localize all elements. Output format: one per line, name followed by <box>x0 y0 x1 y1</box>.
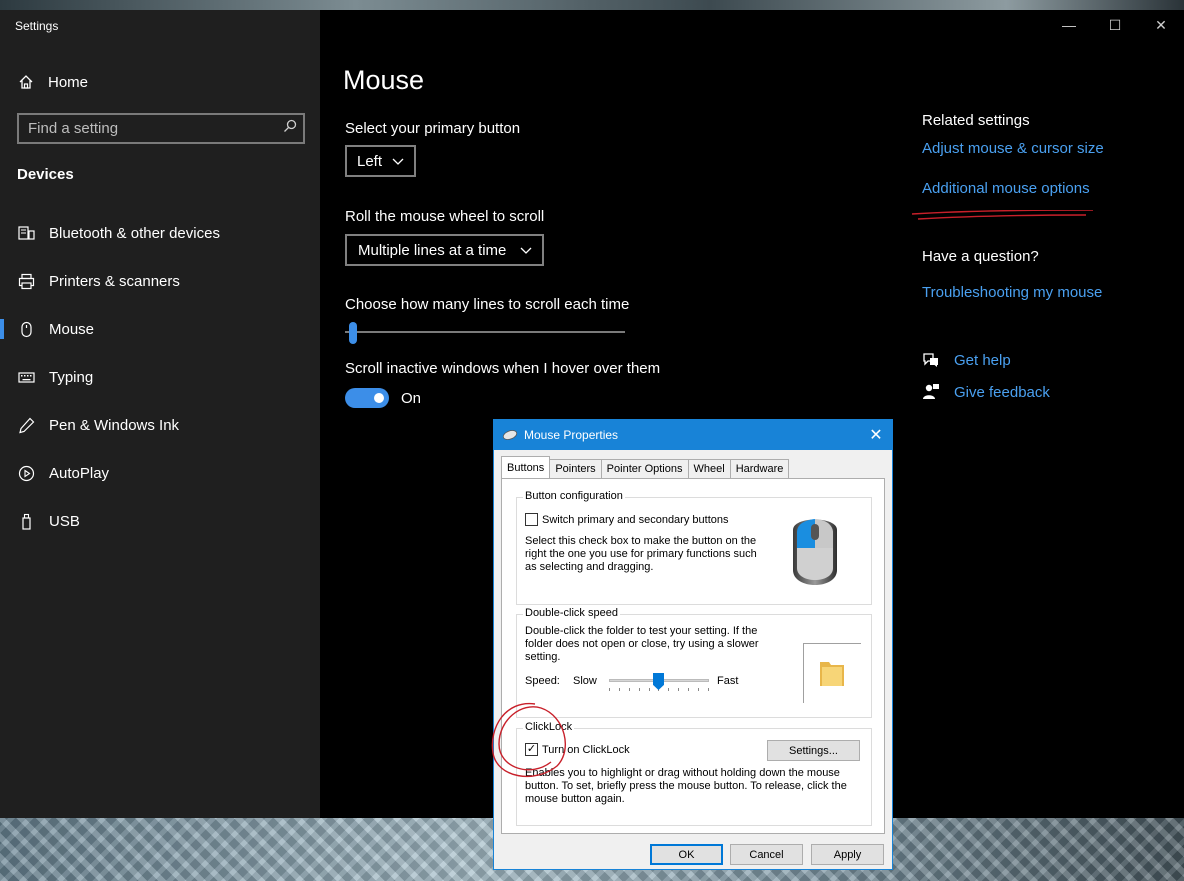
sidebar-item-autoplay[interactable]: AutoPlay <box>0 449 320 497</box>
primary-button-dropdown[interactable]: Left <box>345 145 417 177</box>
adjust-cursor-size-link[interactable]: Adjust mouse & cursor size <box>922 140 1104 157</box>
sidebar-item-usb[interactable]: USB <box>0 497 320 545</box>
sidebar-nav: Bluetooth & other devices Printers & sca… <box>0 209 320 545</box>
switch-buttons-checkbox[interactable]: Switch primary and secondary buttons <box>525 513 728 526</box>
chevron-down-icon <box>392 153 404 170</box>
desktop-background-top <box>0 0 1184 10</box>
sidebar-item-typing[interactable]: Typing <box>0 353 320 401</box>
close-icon: ✕ <box>1155 16 1167 33</box>
sidebar-item-label: Mouse <box>49 320 95 338</box>
inactive-scroll-toggle[interactable] <box>345 388 389 408</box>
dropdown-value: Multiple lines at a time <box>358 241 507 259</box>
toggle-state-label: On <box>401 390 422 407</box>
search-input[interactable] <box>28 120 268 137</box>
lines-slider-thumb[interactable] <box>349 322 357 344</box>
get-help-link[interactable]: Get help <box>954 352 1011 369</box>
ok-button[interactable]: OK <box>650 844 723 865</box>
sidebar-item-printers[interactable]: Printers & scanners <box>0 257 320 305</box>
lines-slider-label: Choose how many lines to scroll each tim… <box>345 296 630 313</box>
sidebar-item-label: AutoPlay <box>49 464 110 482</box>
dialog-close-button[interactable]: ✕ <box>860 420 892 450</box>
sidebar-item-home[interactable]: Home <box>17 70 88 94</box>
scroll-wheel-label: Roll the mouse wheel to scroll <box>345 208 545 225</box>
maximize-icon: ☐ <box>1108 16 1122 33</box>
tab-wheel[interactable]: Wheel <box>687 459 731 478</box>
double-click-description: Double-click the folder to test your set… <box>525 625 759 663</box>
sidebar-item-label: Bluetooth & other devices <box>49 224 220 242</box>
sidebar-item-label: Typing <box>49 368 94 386</box>
dialog-title: Mouse Properties <box>524 428 619 442</box>
page-title: Mouse <box>343 65 425 95</box>
sidebar-item-bluetooth[interactable]: Bluetooth & other devices <box>0 209 320 257</box>
sidebar-item-pen[interactable]: Pen & Windows Ink <box>0 401 320 449</box>
tab-buttons[interactable]: Buttons <box>501 456 551 478</box>
bluetooth-devices-icon <box>18 225 35 242</box>
mouse-properties-icon <box>502 428 518 443</box>
dropdown-value: Left <box>357 152 383 170</box>
inactive-scroll-label: Scroll inactive windows when I hover ove… <box>345 360 661 377</box>
sidebar-item-label: Home <box>48 73 89 91</box>
close-icon: ✕ <box>869 427 883 444</box>
button-config-description: Select this check box to make the button… <box>525 535 757 573</box>
speed-label: Speed: <box>525 675 560 687</box>
sidebar-item-label: Printers & scanners <box>49 272 180 290</box>
search-box <box>17 113 305 144</box>
get-help-icon <box>922 351 940 374</box>
home-icon <box>17 74 34 91</box>
sidebar-item-label: USB <box>49 512 80 530</box>
button-configuration-group: Button configuration Switch primary and … <box>516 490 872 605</box>
fast-label: Fast <box>717 675 739 687</box>
scroll-wheel-dropdown[interactable]: Multiple lines at a time <box>345 234 545 266</box>
close-button[interactable]: ✕ <box>1138 10 1184 40</box>
give-feedback-link[interactable]: Give feedback <box>954 384 1050 401</box>
annotation-circle <box>491 703 566 778</box>
keyboard-icon <box>18 369 35 386</box>
dialog-titlebar[interactable]: Mouse Properties ✕ <box>494 420 892 450</box>
annotation-underline <box>911 210 1094 220</box>
apply-button[interactable]: Apply <box>811 844 884 865</box>
clicklock-settings-button[interactable]: Settings... <box>767 740 860 761</box>
autoplay-icon <box>18 465 35 482</box>
checkbox-label: Switch primary and secondary buttons <box>542 513 729 526</box>
window-title: Settings <box>15 19 59 33</box>
printer-icon <box>18 273 35 290</box>
mouse-icon <box>18 321 35 338</box>
slow-label: Slow <box>573 675 597 687</box>
sidebar-item-mouse[interactable]: Mouse <box>0 305 320 353</box>
minimize-icon: — <box>1062 17 1076 33</box>
cancel-button[interactable]: Cancel <box>730 844 803 865</box>
feedback-icon <box>922 383 940 406</box>
related-settings-heading: Related settings <box>922 112 1030 129</box>
folder-icon <box>818 658 846 691</box>
tab-hardware[interactable]: Hardware <box>729 459 790 478</box>
chevron-down-icon <box>520 242 532 259</box>
lines-slider-track[interactable] <box>345 331 625 333</box>
sidebar: Settings Home Devices Bluetooth & other … <box>0 10 320 818</box>
troubleshooting-link[interactable]: Troubleshooting my mouse <box>922 284 1102 301</box>
checkbox-box <box>525 513 538 526</box>
group-title: Button configuration <box>523 490 625 502</box>
toggle-knob <box>374 393 384 403</box>
minimize-button[interactable]: — <box>1046 10 1092 40</box>
usb-icon <box>18 513 35 530</box>
mouse-properties-dialog: Mouse Properties ✕ Buttons Pointers Poin… <box>493 419 893 870</box>
section-title: Devices <box>17 166 74 183</box>
tab-pointer-options[interactable]: Pointer Options <box>600 459 689 478</box>
additional-mouse-options-link[interactable]: Additional mouse options <box>922 180 1090 197</box>
window-controls: — ☐ ✕ <box>1046 10 1184 40</box>
search-icon[interactable] <box>283 119 297 138</box>
primary-button-label: Select your primary button <box>345 120 521 137</box>
mouse-illustration-icon <box>787 510 843 597</box>
sidebar-item-label: Pen & Windows Ink <box>49 416 180 434</box>
question-heading: Have a question? <box>922 248 1039 265</box>
group-title: Double-click speed <box>523 607 620 619</box>
test-folder[interactable] <box>803 643 861 703</box>
dialog-tabs: Buttons Pointers Pointer Options Wheel H… <box>501 456 790 478</box>
maximize-button[interactable]: ☐ <box>1092 10 1138 40</box>
tab-pointers[interactable]: Pointers <box>549 459 602 478</box>
pen-icon <box>18 417 35 434</box>
